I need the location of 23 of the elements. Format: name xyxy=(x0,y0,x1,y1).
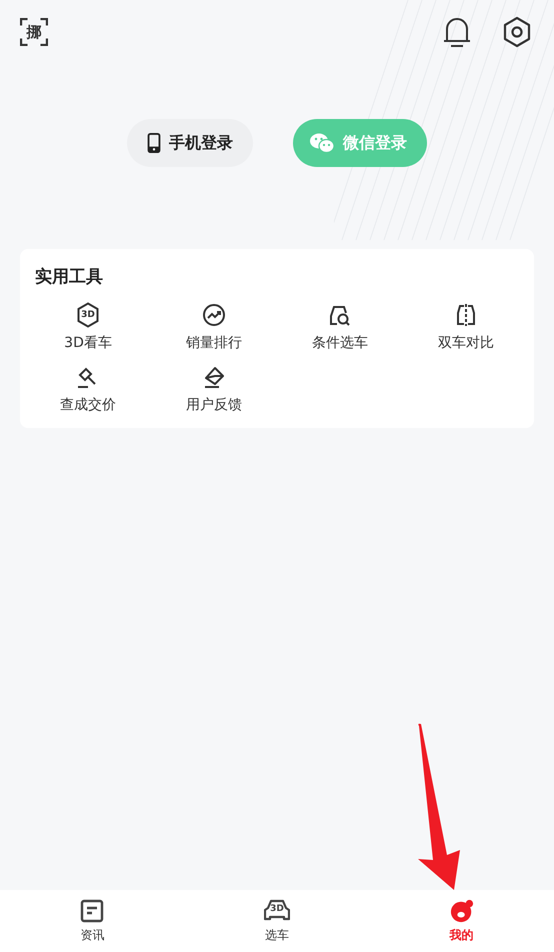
login-button[interactable]: 手机登录 xyxy=(127,119,253,167)
tool-item[interactable]: 查成交价 xyxy=(25,364,151,414)
car-compare-icon xyxy=(454,303,478,327)
settings-icon[interactable] xyxy=(502,16,532,48)
hexagon-3d-icon: 3D xyxy=(76,302,100,328)
tab[interactable]: 3D 选车 xyxy=(184,890,370,952)
tool-item[interactable]: 双车对比 xyxy=(403,302,529,352)
trend-icon xyxy=(202,303,226,327)
section-title: 实用工具 xyxy=(34,266,104,288)
tab[interactable]: 我的 xyxy=(369,890,554,952)
tool-item[interactable]: 销量排行 xyxy=(151,302,277,352)
tool-item[interactable]: 用户反馈 xyxy=(151,364,277,414)
tab[interactable]: 资讯 xyxy=(0,890,185,952)
tool-item[interactable]: 条件选车 xyxy=(277,302,403,352)
face-icon xyxy=(450,898,474,922)
bell-icon[interactable] xyxy=(442,16,472,48)
document-icon xyxy=(80,898,104,922)
tool-item[interactable]: 3D 3D看车 xyxy=(25,302,151,352)
chat-bubbles-icon xyxy=(309,132,335,154)
eraser-icon xyxy=(202,365,226,389)
phone-icon xyxy=(147,133,161,153)
car-search-icon xyxy=(328,303,352,327)
car-3d-icon: 3D xyxy=(264,898,290,922)
